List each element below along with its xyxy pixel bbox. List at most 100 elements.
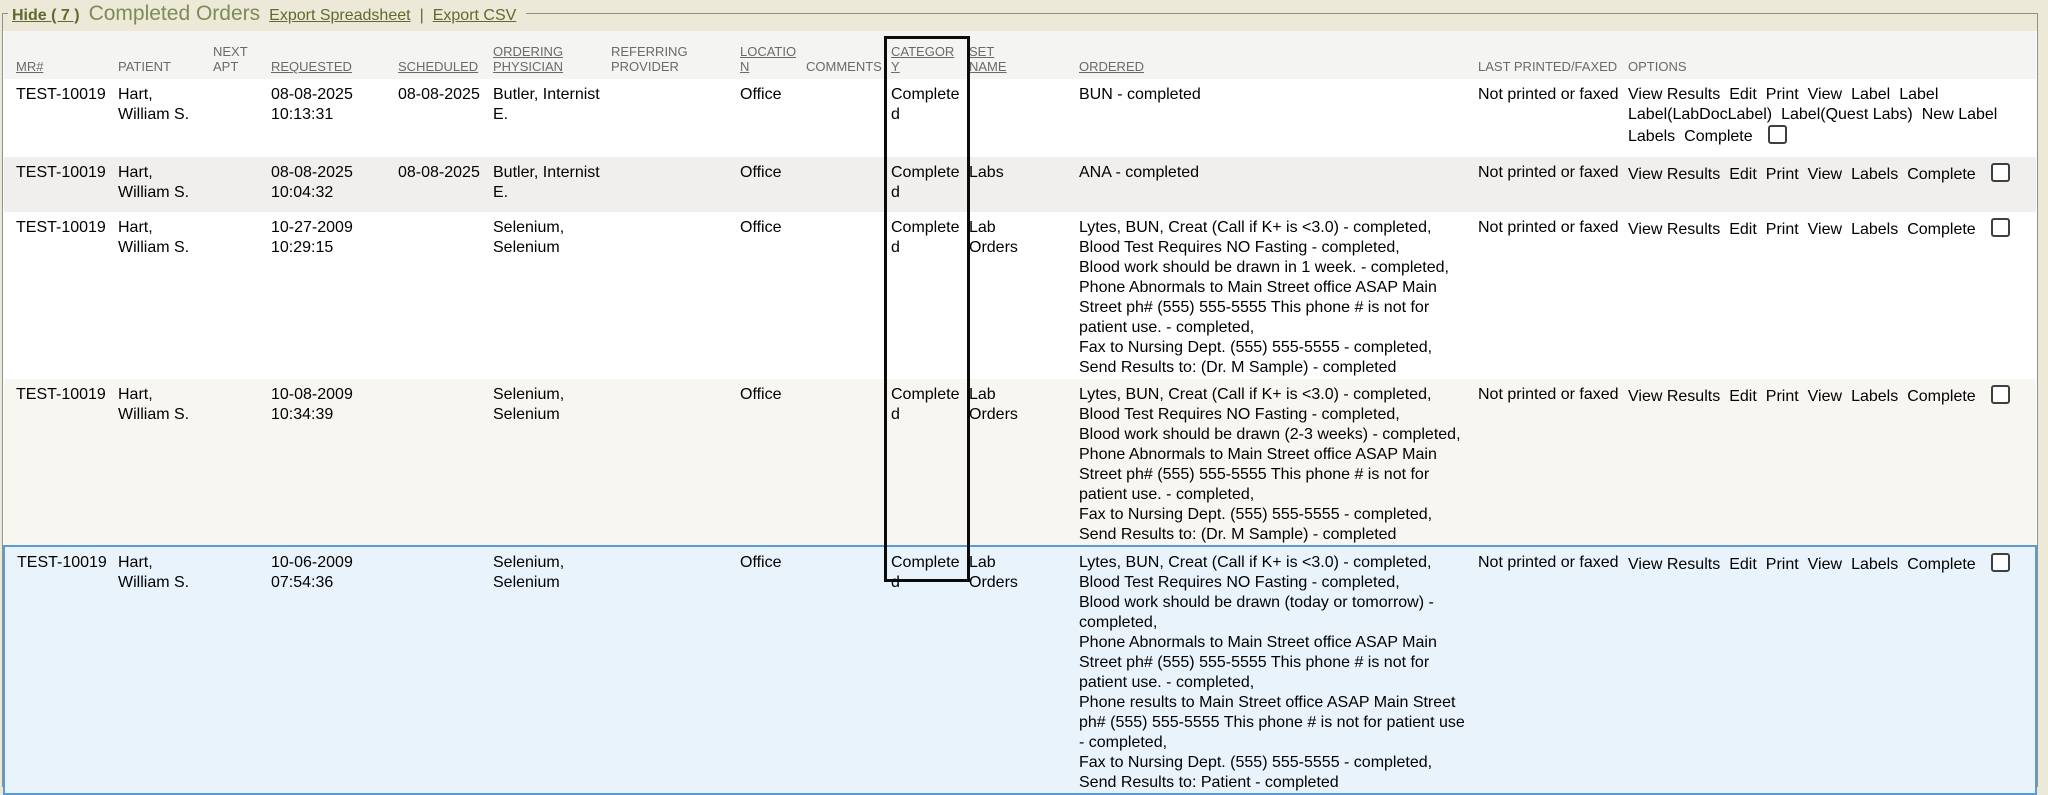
view-link[interactable]: View [1808, 388, 1842, 405]
cell-patient: Hart, William S. [116, 546, 211, 794]
cell-scheduled: 08-08-2025 [396, 79, 491, 157]
cell-requested: 08-08-2025 10:04:32 [269, 157, 396, 212]
print-link[interactable]: Print [1766, 166, 1799, 183]
cell-options: View Results Edit Print View Label Label Label… [1626, 79, 2036, 157]
cell-patient: Hart, William S. [116, 379, 211, 546]
complete-link[interactable]: Complete [1907, 556, 1975, 573]
cell-category: Completed [889, 157, 967, 212]
view-results-link[interactable]: View Results [1628, 556, 1720, 573]
sort-ordered-link[interactable]: ORDERED [1079, 59, 1144, 74]
label-link[interactable]: Label [1899, 86, 1938, 103]
table-row: TEST-10019 Hart, William S. 08-08-2025 1… [4, 79, 2036, 157]
edit-link[interactable]: Edit [1729, 221, 1757, 238]
table-row: TEST-10019 Hart, William S. 10-08-2009 1… [4, 379, 2036, 546]
cell-next-apt [211, 212, 269, 379]
sort-category-link[interactable]: CATEGORY [891, 44, 954, 74]
complete-checkbox[interactable] [1768, 125, 1787, 144]
cell-patient: Hart, William S. [116, 157, 211, 212]
view-results-link[interactable]: View Results [1628, 86, 1720, 103]
cell-ordering-physician: Butler, Internist E. [491, 79, 609, 157]
export-spreadsheet-link[interactable]: Export Spreadsheet [269, 7, 410, 25]
export-csv-link[interactable]: Export CSV [433, 7, 517, 25]
cell-mr: TEST-10019 [4, 379, 116, 546]
print-link[interactable]: Print [1766, 221, 1799, 238]
cell-patient: Hart, William S. [116, 79, 211, 157]
view-link[interactable]: View [1808, 166, 1842, 183]
label-link[interactable]: Label [1851, 86, 1890, 103]
col-header-category: CATEGORY [889, 31, 967, 79]
print-link[interactable]: Print [1766, 388, 1799, 405]
cell-ordered: Lytes, BUN, Creat (Call if K+ is <3.0) -… [1039, 379, 1476, 546]
view-results-link[interactable]: View Results [1628, 166, 1720, 183]
cell-requested: 10-06-2009 07:54:36 [269, 546, 396, 794]
complete-checkbox[interactable] [1991, 163, 2010, 182]
edit-link[interactable]: Edit [1729, 556, 1757, 573]
col-header-set-name: SET NAME [967, 31, 1039, 79]
cell-next-apt [211, 379, 269, 546]
complete-checkbox[interactable] [1991, 385, 2010, 404]
complete-checkbox[interactable] [1991, 218, 2010, 237]
complete-link[interactable]: Complete [1907, 166, 1975, 183]
completed-orders-table: MR# PATIENT NEXT APT REQUESTED SCHEDULED… [3, 31, 2037, 795]
cell-last-printed-faxed: Not printed or faxed [1476, 79, 1626, 157]
cell-category: Completed [889, 546, 967, 794]
cell-location: Office [738, 379, 804, 546]
table-row: TEST-10019 Hart, William S. 10-27-2009 1… [4, 212, 2036, 379]
cell-category: Completed [889, 212, 967, 379]
cell-referring-provider [609, 379, 738, 546]
cell-ordering-physician: Selenium, Selenium [491, 546, 609, 794]
view-link[interactable]: View [1808, 556, 1842, 573]
col-header-patient: PATIENT [116, 31, 211, 79]
print-link[interactable]: Print [1766, 556, 1799, 573]
view-results-link[interactable]: View Results [1628, 221, 1720, 238]
new-label-link[interactable]: New Label [1922, 106, 1998, 123]
orders-table-container: MR# PATIENT NEXT APT REQUESTED SCHEDULED… [3, 31, 2037, 787]
edit-link[interactable]: Edit [1729, 388, 1757, 405]
cell-category: Completed [889, 79, 967, 157]
cell-referring-provider [609, 212, 738, 379]
complete-link[interactable]: Complete [1907, 388, 1975, 405]
cell-last-printed-faxed: Not printed or faxed [1476, 546, 1626, 794]
view-link[interactable]: View [1808, 86, 1842, 103]
cell-location: Office [738, 157, 804, 212]
cell-last-printed-faxed: Not printed or faxed [1476, 157, 1626, 212]
labels-link[interactable]: Labels [1628, 128, 1675, 145]
cell-referring-provider [609, 546, 738, 794]
edit-link[interactable]: Edit [1729, 86, 1757, 103]
cell-ordered: BUN - completed [1039, 79, 1476, 157]
complete-checkbox[interactable] [1991, 553, 2010, 572]
labels-link[interactable]: Labels [1851, 388, 1898, 405]
sort-scheduled-link[interactable]: SCHEDULED [398, 59, 478, 74]
cell-mr: TEST-10019 [4, 212, 116, 379]
cell-set-name: Labs [967, 157, 1039, 212]
cell-options: View Results Edit Print View Labels Complete [1626, 157, 2036, 212]
edit-link[interactable]: Edit [1729, 166, 1757, 183]
hide-link[interactable]: Hide ( 7 ) [12, 7, 80, 25]
cell-ordering-physician: Selenium, Selenium [491, 212, 609, 379]
cell-requested: 08-08-2025 10:13:31 [269, 79, 396, 157]
view-link[interactable]: View [1808, 221, 1842, 238]
col-header-location: LOCATION [738, 31, 804, 79]
complete-link[interactable]: Complete [1684, 128, 1752, 145]
col-header-next-apt: NEXT APT [211, 31, 269, 79]
print-link[interactable]: Print [1766, 86, 1799, 103]
sort-requested-link[interactable]: REQUESTED [271, 59, 352, 74]
col-header-options: OPTIONS [1626, 31, 2036, 79]
col-header-referring-provider: REFERRING PROVIDER [609, 31, 738, 79]
labels-link[interactable]: Labels [1851, 166, 1898, 183]
sort-set-name-link[interactable]: SET NAME [969, 44, 1007, 74]
labels-link[interactable]: Labels [1851, 556, 1898, 573]
quest-labs-label-link[interactable]: Label(Quest Labs) [1781, 106, 1913, 123]
cell-location: Office [738, 79, 804, 157]
sort-location-link[interactable]: LOCATION [740, 44, 796, 74]
labels-link[interactable]: Labels [1851, 221, 1898, 238]
cell-ordering-physician: Butler, Internist E. [491, 157, 609, 212]
complete-link[interactable]: Complete [1907, 221, 1975, 238]
completed-orders-panel: Hide ( 7 ) Completed Orders Export Sprea… [2, 13, 2038, 787]
view-results-link[interactable]: View Results [1628, 388, 1720, 405]
sort-ordering-physician-link[interactable]: ORDERING PHYSICIAN [493, 44, 563, 74]
labdoclabel-link[interactable]: Label(LabDocLabel) [1628, 106, 1772, 123]
page-title: Completed Orders [89, 2, 261, 26]
cell-set-name: Lab Orders [967, 546, 1039, 794]
sort-mr-link[interactable]: MR# [16, 59, 43, 74]
